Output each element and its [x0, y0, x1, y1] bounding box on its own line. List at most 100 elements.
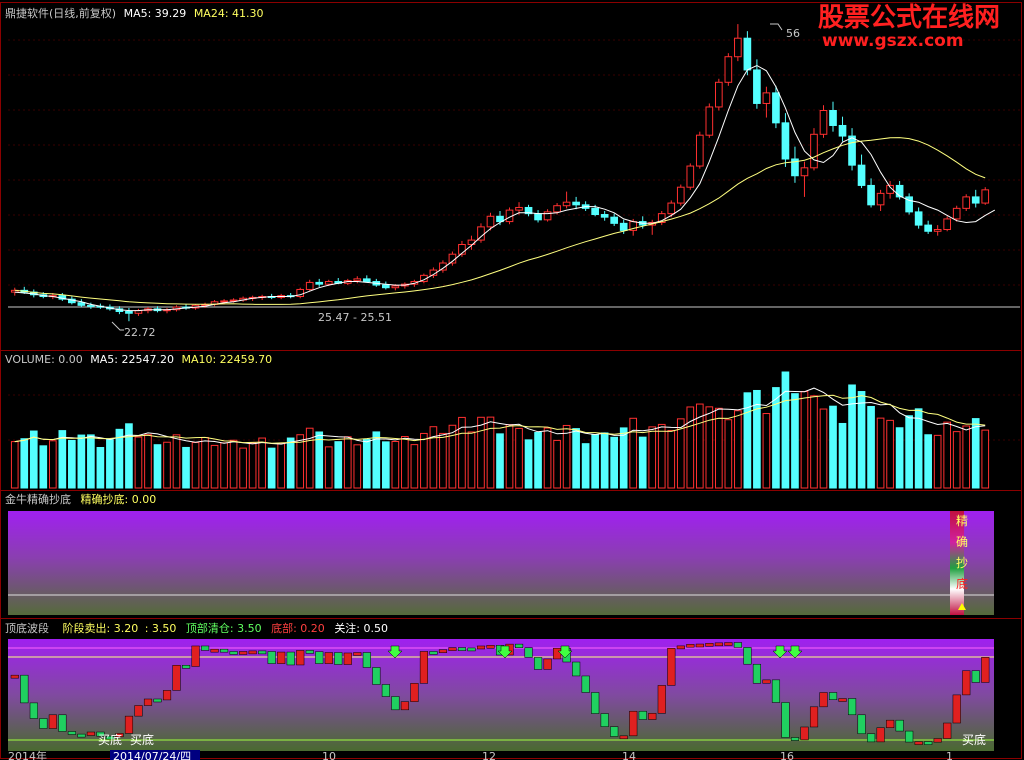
volume-bar: [10, 441, 19, 489]
candle-body: [515, 206, 523, 211]
wave-background: [8, 639, 994, 751]
wave-step: [905, 730, 914, 743]
wave-step: [467, 647, 476, 652]
volume-bar: [106, 439, 114, 489]
wave-panel[interactable]: 买底 买底 买底 顶底波段 阶段卖出: 3.20 : 3.50 顶部清仓: 3.…: [5, 621, 994, 751]
wave-step: [48, 714, 57, 729]
volume-bar: [505, 424, 514, 489]
wave-step: [172, 665, 181, 691]
candle-body: [572, 201, 580, 206]
volume-bar: [267, 447, 276, 489]
candle-body: [876, 192, 885, 206]
wave-step: [229, 651, 238, 655]
price-panel[interactable]: 25.47 - 25.51 22.72 56 鼎捷软件(日线,前复权) MA5:…: [5, 6, 1020, 339]
candle-body: [534, 213, 542, 221]
volume-bar: [981, 429, 990, 489]
candle-body: [962, 196, 971, 209]
wave-step: [895, 719, 904, 732]
wave-step: [201, 645, 210, 651]
volume-bar: [381, 441, 390, 489]
wave-step: [296, 650, 305, 666]
wave-step: [39, 718, 48, 729]
wave-step: [971, 670, 980, 683]
wave-step: [58, 714, 67, 732]
jingque-char-1: 精: [956, 514, 968, 528]
volume-bar: [857, 391, 866, 489]
volume-bar: [153, 444, 162, 489]
x-label-1: 1: [946, 750, 953, 760]
candle-body: [600, 214, 609, 218]
x-label-16: 16: [780, 750, 794, 760]
wave-step: [581, 675, 590, 693]
candle-body: [391, 285, 400, 289]
wave-step: [695, 643, 704, 648]
candle-body: [676, 186, 685, 204]
wave-step: [162, 690, 172, 701]
volume-bar: [220, 442, 228, 489]
wave-step: [924, 741, 933, 745]
volume-bar: [629, 417, 638, 489]
candle-body: [381, 284, 390, 289]
candle-body: [695, 134, 704, 167]
volume-panel[interactable]: VOLUME: 0.00 MA5: 22547.20 MA10: 22459.7…: [5, 353, 1020, 489]
volume-bar: [87, 434, 95, 489]
wave-step: [809, 706, 819, 728]
wave-step: [239, 651, 248, 655]
candle-body: [800, 167, 809, 177]
wave-step: [210, 648, 219, 653]
watch-label: 关注: 0.50: [334, 621, 388, 635]
volume-bar: [638, 436, 647, 489]
volume-bar: [68, 439, 76, 489]
jingque-panel[interactable]: 精 确 抄 底 金牛精确抄底 精确抄底: 0.00: [5, 492, 994, 615]
wave-step: [343, 652, 352, 665]
volume-bar: [886, 419, 894, 489]
volume-bar: [876, 417, 885, 489]
svg-text:顶底波段 阶段卖出: 3.20 :: 顶底波段 阶段卖出: 3.20 : 3.50 顶部清仓: 3.50 底部: 0.…: [5, 621, 388, 635]
candlestick-series: [10, 24, 990, 322]
candle-body: [591, 207, 599, 216]
candle-body: [324, 281, 333, 285]
wave-step: [572, 661, 581, 677]
volume-bar: [353, 444, 362, 489]
wave-step: [686, 644, 695, 648]
x-label-14: 14: [622, 750, 636, 760]
volume-bar: [96, 447, 105, 489]
wave-step: [600, 713, 609, 727]
stock-chart-window[interactable]: 25.47 - 25.51 22.72 56 鼎捷软件(日线,前复权) MA5:…: [0, 0, 1024, 760]
jingque-background: [8, 511, 994, 615]
volume-bar: [248, 442, 257, 489]
volume-bar: [410, 444, 419, 489]
price-gridlines: [8, 39, 1020, 286]
candle-body: [362, 278, 371, 283]
volume-bar: [581, 443, 590, 489]
wave-step: [438, 649, 448, 653]
candle-body: [353, 278, 362, 282]
wave-step: [838, 698, 847, 702]
bottom-label: 底部: 0.20: [271, 621, 325, 635]
volume-bar: [391, 440, 400, 489]
svg-text:VOLUME: 0.00 MA5: 22547.: VOLUME: 0.00 MA5: 22547.20 MA10: 22459.7…: [5, 353, 272, 366]
volume-title: VOLUME: 0.00: [5, 353, 83, 366]
volume-ma10-value: MA10: 22459.70: [181, 353, 272, 366]
svg-text:金牛精确抄底 精确抄底: 0.00: 金牛精确抄底 精确抄底: 0.00: [5, 492, 156, 506]
wave-step: [220, 648, 229, 653]
volume-bar: [829, 405, 837, 489]
volume-bar: [229, 439, 238, 489]
wave-step: [429, 651, 438, 655]
wave-step: [981, 657, 990, 683]
volume-bar: [39, 445, 48, 489]
wave-step: [29, 702, 38, 719]
candle-body: [619, 222, 628, 231]
wave-step: [67, 731, 76, 735]
wave-step: [305, 650, 314, 654]
volume-bar: [362, 439, 371, 489]
jingque-title: 金牛精确抄底: [5, 492, 71, 506]
volume-bar: [772, 387, 780, 489]
ma24-value: MA24: 41.30: [194, 7, 264, 20]
volume-bar: [210, 444, 219, 489]
volume-bar: [439, 432, 447, 489]
wave-step: [591, 692, 600, 714]
candle-body: [838, 124, 847, 137]
volume-bar: [800, 391, 809, 489]
wave-step: [553, 647, 562, 660]
